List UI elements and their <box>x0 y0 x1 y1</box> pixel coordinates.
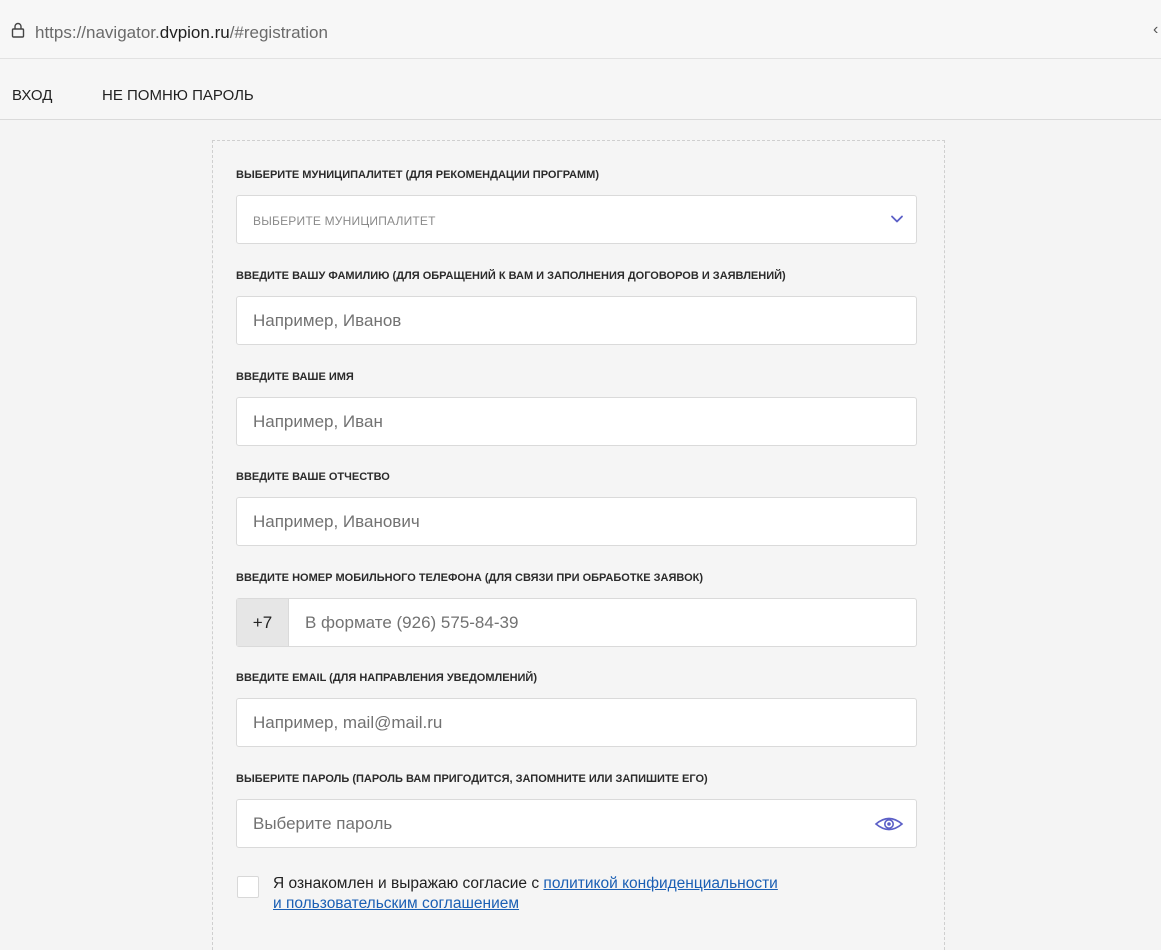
email-input[interactable] <box>237 699 916 746</box>
url-host: dvpion.ru <box>159 23 230 42</box>
municipality-label: ВЫБЕРИТЕ МУНИЦИПАЛИТЕТ (ДЛЯ РЕКОМЕНДАЦИИ… <box>236 169 599 181</box>
password-input[interactable] <box>237 800 916 847</box>
chevron-down-icon <box>891 215 903 223</box>
patronymic-label: ВВЕДИТЕ ВАШЕ ОТЧЕСТВО <box>236 471 390 483</box>
surname-field <box>236 296 917 345</box>
phone-input[interactable] <box>289 599 916 646</box>
lock-icon <box>11 22 25 38</box>
municipality-select[interactable]: ВЫБЕРИТЕ МУНИЦИПАЛИТЕТ <box>236 195 917 244</box>
chevron-left-icon[interactable]: ‹ <box>1153 21 1158 39</box>
email-field <box>236 698 917 747</box>
consent-text: Я ознакомлен и выражаю согласие с полити… <box>273 875 778 912</box>
surname-label: ВВЕДИТЕ ВАШУ ФАМИЛИЮ (ДЛЯ ОБРАЩЕНИЙ К ВА… <box>236 270 786 282</box>
user-agreement-link[interactable]: и пользовательским соглашением <box>273 895 519 912</box>
password-field <box>236 799 917 848</box>
phone-label: ВВЕДИТЕ НОМЕР МОБИЛЬНОГО ТЕЛЕФОНА (ДЛЯ С… <box>236 572 704 584</box>
nav-forgot-password-link[interactable]: НЕ ПОМНЮ ПАРОЛЬ <box>102 87 254 104</box>
name-label: ВВЕДИТЕ ВАШЕ ИМЯ <box>236 371 354 383</box>
municipality-selected-value: ВЫБЕРИТЕ МУНИЦИПАЛИТЕТ <box>253 214 436 228</box>
url-text[interactable]: https://navigator.dvpion.ru/#registratio… <box>35 23 328 43</box>
consent-checkbox[interactable] <box>237 876 259 898</box>
surname-input[interactable] <box>237 297 916 344</box>
patronymic-input[interactable] <box>237 498 916 545</box>
top-nav: ВХОД НЕ ПОМНЮ ПАРОЛЬ <box>0 59 1161 120</box>
eye-icon[interactable] <box>874 815 904 833</box>
password-label: ВЫБЕРИТЕ ПАРОЛЬ (ПАРОЛЬ ВАМ ПРИГОДИТСЯ, … <box>236 773 708 785</box>
nav-login-link[interactable]: ВХОД <box>12 87 52 104</box>
name-input[interactable] <box>237 398 916 445</box>
privacy-policy-link[interactable]: политикой конфиденциальности <box>543 875 777 892</box>
patronymic-field <box>236 497 917 546</box>
browser-address-bar[interactable]: https://navigator.dvpion.ru/#registratio… <box>0 0 1161 59</box>
phone-country-code: +7 <box>237 599 289 646</box>
phone-field: +7 <box>236 598 917 647</box>
email-label: ВВЕДИТЕ EMAIL (ДЛЯ НАПРАВЛЕНИЯ УВЕДОМЛЕН… <box>236 672 537 684</box>
name-field <box>236 397 917 446</box>
